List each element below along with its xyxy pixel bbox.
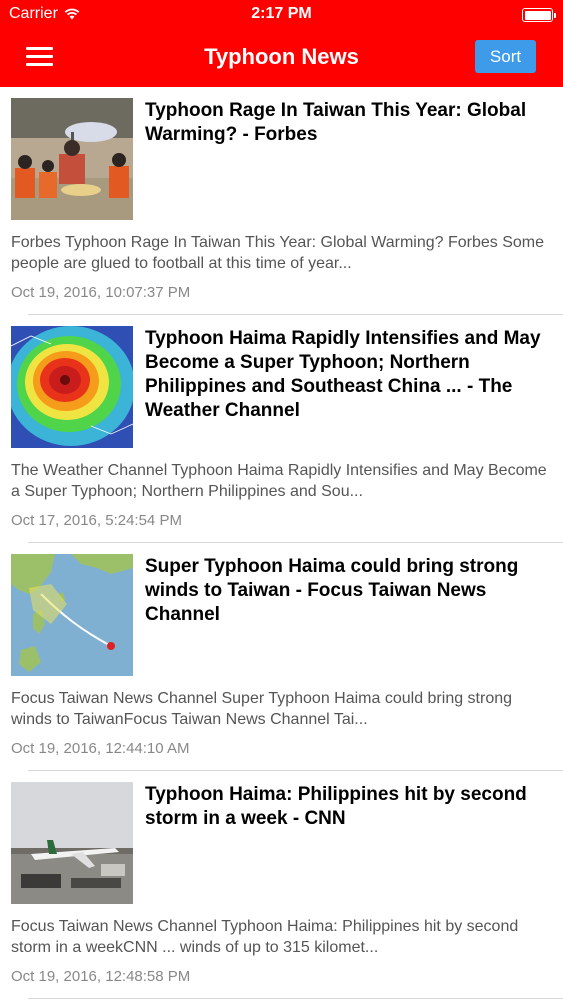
battery-icon — [522, 8, 556, 22]
news-item[interactable]: Typhoon Rage In Taiwan This Year: Global… — [0, 87, 563, 315]
news-thumbnail — [11, 782, 133, 904]
news-headline: Typhoon Haima: Philippines hit by second… — [145, 784, 527, 829]
news-headline: Super Typhoon Haima could bring strong w… — [145, 556, 519, 625]
news-thumbnail — [11, 554, 133, 676]
news-item[interactable]: Typhoon Haima: Philippines hit by second… — [0, 771, 563, 999]
status-bar: Carrier 2:17 PM — [0, 0, 563, 30]
satellite-storm-image — [11, 326, 133, 448]
news-thumbnail — [11, 98, 133, 220]
news-summary: The Weather Channel Typhoon Haima Rapidl… — [11, 462, 547, 500]
divider — [28, 998, 563, 999]
airport-plane-image — [11, 782, 133, 904]
status-time: 2:17 PM — [251, 5, 312, 22]
flood-rescue-image — [11, 98, 133, 220]
sort-button[interactable]: Sort — [475, 40, 536, 73]
news-summary: Forbes Typhoon Rage In Taiwan This Year:… — [11, 234, 545, 272]
typhoon-track-map-image — [11, 554, 133, 676]
news-date: Oct 17, 2016, 5:24:54 PM — [11, 512, 182, 529]
news-summary: Focus Taiwan News Channel Typhoon Haima:… — [11, 918, 519, 956]
news-item[interactable]: Super Typhoon Haima could bring strong w… — [0, 543, 563, 771]
news-item[interactable]: Typhoon Haima Rapidly Intensifies and Ma… — [0, 315, 563, 543]
news-date: Oct 19, 2016, 10:07:37 PM — [11, 284, 191, 301]
news-date: Oct 19, 2016, 12:44:10 AM — [11, 740, 190, 757]
news-headline: Typhoon Rage In Taiwan This Year: Global… — [145, 100, 527, 145]
news-headline: Typhoon Haima Rapidly Intensifies and Ma… — [145, 328, 541, 421]
news-thumbnail — [11, 326, 133, 448]
news-date: Oct 19, 2016, 12:48:58 PM — [11, 968, 191, 985]
news-summary: Focus Taiwan News Channel Super Typhoon … — [11, 690, 513, 728]
navigation-bar: Typhoon News Sort — [0, 30, 563, 87]
